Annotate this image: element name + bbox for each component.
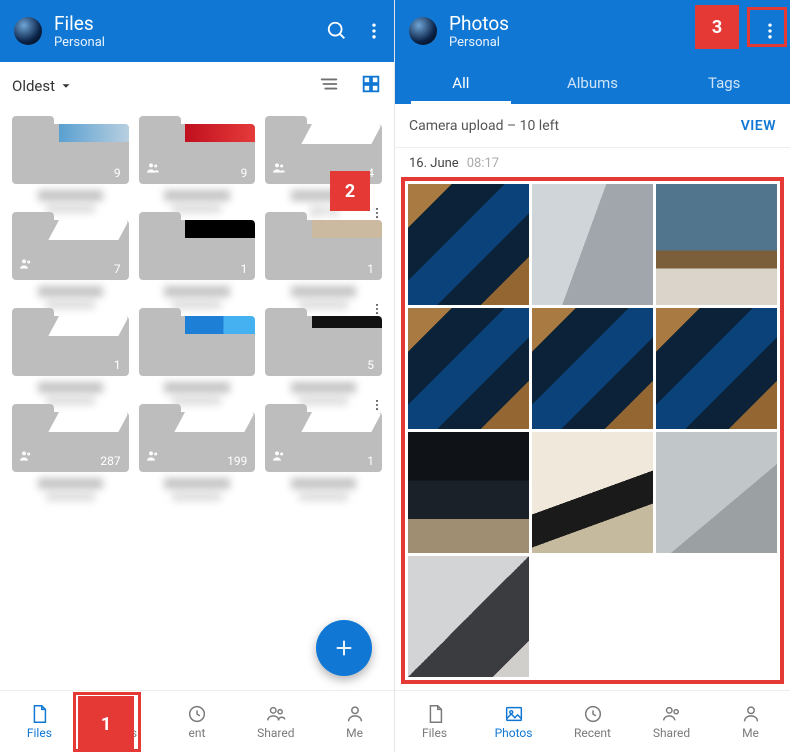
- nav-recent[interactable]: ent: [158, 691, 237, 752]
- bottom-nav-right: Files Photos Recent Shared Me: [395, 690, 790, 752]
- upload-view-button[interactable]: VIEW: [741, 118, 776, 134]
- bottom-nav-left: Files Photos ent Shared Me: [0, 690, 394, 752]
- nav-shared[interactable]: Shared: [632, 691, 711, 752]
- date-day: 16. June: [409, 156, 459, 171]
- photo-thumbnail[interactable]: [532, 184, 653, 305]
- nav-label: Shared: [257, 726, 294, 740]
- nav-recent[interactable]: Recent: [553, 691, 632, 752]
- chevron-down-icon: [59, 79, 73, 93]
- folder[interactable]: 5: [265, 308, 382, 376]
- upload-status-text: Camera upload – 10 left: [409, 118, 559, 134]
- folder[interactable]: [139, 308, 256, 376]
- nav-label: Files: [422, 726, 447, 740]
- photo-thumbnail[interactable]: [408, 556, 529, 677]
- callout-3: 3: [697, 7, 737, 47]
- folder-count: 7: [114, 262, 121, 276]
- sort-dropdown[interactable]: Oldest: [12, 77, 73, 95]
- folder-count: 1: [114, 358, 121, 372]
- tab-tags[interactable]: Tags: [658, 62, 790, 104]
- nav-label: Shared: [653, 726, 690, 740]
- folder-count: 5: [367, 358, 374, 372]
- tab-all[interactable]: All: [395, 62, 527, 104]
- folder[interactable]: 199: [139, 404, 256, 472]
- photo-thumbnail[interactable]: [532, 308, 653, 429]
- folder-count: 287: [100, 454, 120, 468]
- tab-label: All: [452, 74, 469, 92]
- sort-label: Oldest: [12, 77, 55, 95]
- upload-status-bar: Camera upload – 10 left VIEW: [395, 104, 790, 148]
- photos-screen: Photos Personal All Albums Tags Camera u…: [395, 0, 790, 752]
- photo-thumbnail[interactable]: [656, 432, 777, 553]
- tab-label: Tags: [708, 74, 740, 92]
- tab-albums[interactable]: Albums: [527, 62, 659, 104]
- date-time: 08:17: [467, 156, 499, 171]
- more-vert-icon[interactable]: [364, 21, 384, 41]
- people-icon: [145, 160, 161, 180]
- nav-files[interactable]: Files: [0, 691, 79, 752]
- folder[interactable]: 1: [265, 212, 382, 280]
- folder-count: 9: [114, 166, 121, 180]
- folder[interactable]: 1: [265, 404, 382, 472]
- nav-shared[interactable]: Shared: [236, 691, 315, 752]
- add-fab[interactable]: [316, 620, 372, 676]
- photo-area: [395, 171, 790, 690]
- header-files: Files Personal: [0, 0, 394, 62]
- folder[interactable]: 287: [12, 404, 129, 472]
- folder[interactable]: 9: [12, 116, 129, 184]
- people-icon: [271, 160, 287, 180]
- nav-me[interactable]: Me: [711, 691, 790, 752]
- nav-me[interactable]: Me: [315, 691, 394, 752]
- avatar[interactable]: [409, 17, 437, 45]
- nav-label: Me: [346, 726, 363, 740]
- photo-thumbnail[interactable]: [656, 184, 777, 305]
- avatar[interactable]: [14, 17, 42, 45]
- photo-thumbnail: [656, 556, 777, 677]
- view-list-icon[interactable]: [318, 73, 340, 99]
- view-grid-icon[interactable]: [360, 73, 382, 99]
- search-icon[interactable]: [326, 20, 348, 42]
- tab-label: Albums: [567, 74, 618, 92]
- callout-1: 1: [80, 698, 132, 750]
- folder-count: 1: [367, 454, 374, 468]
- folder[interactable]: 1: [12, 308, 129, 376]
- people-icon: [271, 448, 287, 468]
- people-icon: [145, 448, 161, 468]
- photo-thumbnail[interactable]: [656, 308, 777, 429]
- nav-label: Recent: [574, 726, 611, 740]
- people-icon: [18, 448, 34, 468]
- header-actions: [326, 20, 384, 42]
- highlight-more-menu: [747, 7, 787, 47]
- people-icon: [18, 256, 34, 276]
- folder[interactable]: 1: [139, 212, 256, 280]
- nav-files[interactable]: Files: [395, 691, 474, 752]
- folder-count: 1: [367, 262, 374, 276]
- nav-label: Files: [27, 726, 52, 740]
- photo-grid[interactable]: [401, 177, 784, 684]
- folder[interactable]: 9: [139, 116, 256, 184]
- folder[interactable]: 7: [12, 212, 129, 280]
- files-screen: Files Personal Oldest 9 9 42016: [0, 0, 395, 752]
- sort-bar: Oldest: [0, 62, 394, 110]
- header-title: Files: [54, 12, 326, 35]
- photo-thumbnail: [532, 556, 653, 677]
- callout-2: 2: [332, 173, 368, 209]
- folder-count: 199: [227, 454, 247, 468]
- header-subtitle: Personal: [54, 35, 326, 50]
- photo-thumbnail[interactable]: [532, 432, 653, 553]
- nav-label: Photos: [495, 726, 533, 740]
- photo-tabs: All Albums Tags: [395, 62, 790, 104]
- nav-photos[interactable]: Photos: [474, 691, 553, 752]
- nav-label: ent: [189, 726, 206, 740]
- photo-thumbnail[interactable]: [408, 308, 529, 429]
- title-stack: Files Personal: [54, 12, 326, 50]
- folder-count: 9: [241, 166, 248, 180]
- date-header: 16. June 08:17: [395, 148, 790, 171]
- photo-thumbnail[interactable]: [408, 184, 529, 305]
- nav-label: Me: [742, 726, 759, 740]
- folder-count: 4: [367, 166, 374, 180]
- photo-thumbnail[interactable]: [408, 432, 529, 553]
- folder-count: 1: [241, 262, 248, 276]
